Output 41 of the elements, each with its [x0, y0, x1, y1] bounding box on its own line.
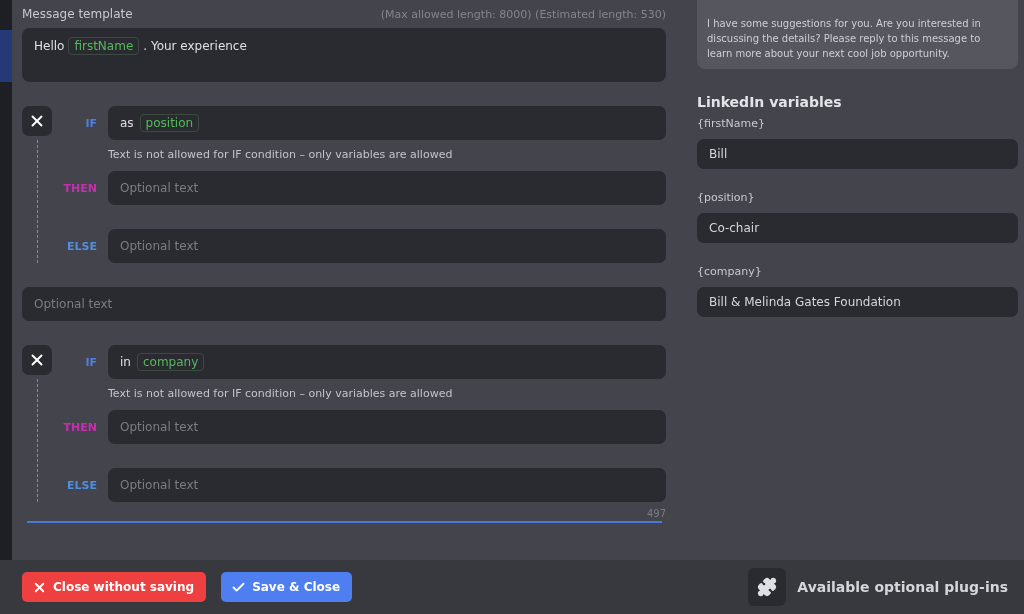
else-field[interactable]: Optional text	[108, 468, 666, 502]
variable-chip: company	[136, 353, 205, 371]
variable-field[interactable]: Bill	[697, 139, 1018, 169]
if-label: IF	[85, 116, 97, 130]
variable-chip: position	[139, 114, 200, 132]
if-field[interactable]: as position	[108, 106, 666, 140]
variable-label: {firstName}	[697, 116, 766, 132]
then-field[interactable]: Optional text	[108, 171, 666, 205]
message-preview: I have some suggestions for you. Are you interested in discussing the details? Please reply to this message to learn more about your next cool job opportunity.	[697, 0, 1018, 69]
template-editor[interactable]: Hello firstName . Your experience	[22, 28, 666, 82]
warning-text: Text is not allowed for IF condition – only variables are allowed	[108, 386, 454, 402]
plugins-label: Available optional plug-ins	[797, 579, 1008, 595]
else-field[interactable]: Optional text	[108, 229, 666, 263]
if-prefix: in	[120, 354, 131, 371]
template-label: Message template	[22, 7, 133, 21]
then-label: THEN	[63, 181, 97, 195]
then-field[interactable]: Optional text	[108, 410, 666, 444]
if-prefix: as	[120, 115, 134, 132]
variable-field[interactable]: Co-chair	[697, 213, 1018, 243]
if-field[interactable]: in company	[108, 345, 666, 379]
template-text: Hello	[34, 38, 65, 55]
close-button[interactable]: Close without saving	[22, 572, 207, 602]
plugins-button[interactable]	[748, 568, 787, 606]
variable-label: {company}	[697, 264, 763, 280]
text-field[interactable]: Optional text	[22, 287, 666, 321]
puzzle-icon	[757, 577, 778, 597]
else-label: ELSE	[67, 239, 97, 253]
else-label: ELSE	[67, 478, 97, 492]
template-text: . Your experience	[143, 38, 247, 55]
variable-chip: firstName	[68, 37, 140, 55]
remove-condition-button[interactable]	[22, 106, 52, 136]
save-button[interactable]: Save & Close	[221, 572, 353, 602]
character-counter: 497	[646, 508, 666, 519]
length-limits: (Max allowed length: 8000) (Estimated length: 530)	[380, 7, 666, 21]
remove-condition-button[interactable]	[22, 345, 52, 375]
variables-heading: LinkedIn variables	[697, 94, 843, 110]
then-label: THEN	[63, 420, 97, 434]
variable-field[interactable]: Bill & Melinda Gates Foundation	[697, 287, 1018, 317]
warning-text: Text is not allowed for IF condition – only variables are allowed	[108, 147, 454, 163]
if-label: IF	[85, 355, 97, 369]
variable-label: {position}	[697, 190, 756, 206]
